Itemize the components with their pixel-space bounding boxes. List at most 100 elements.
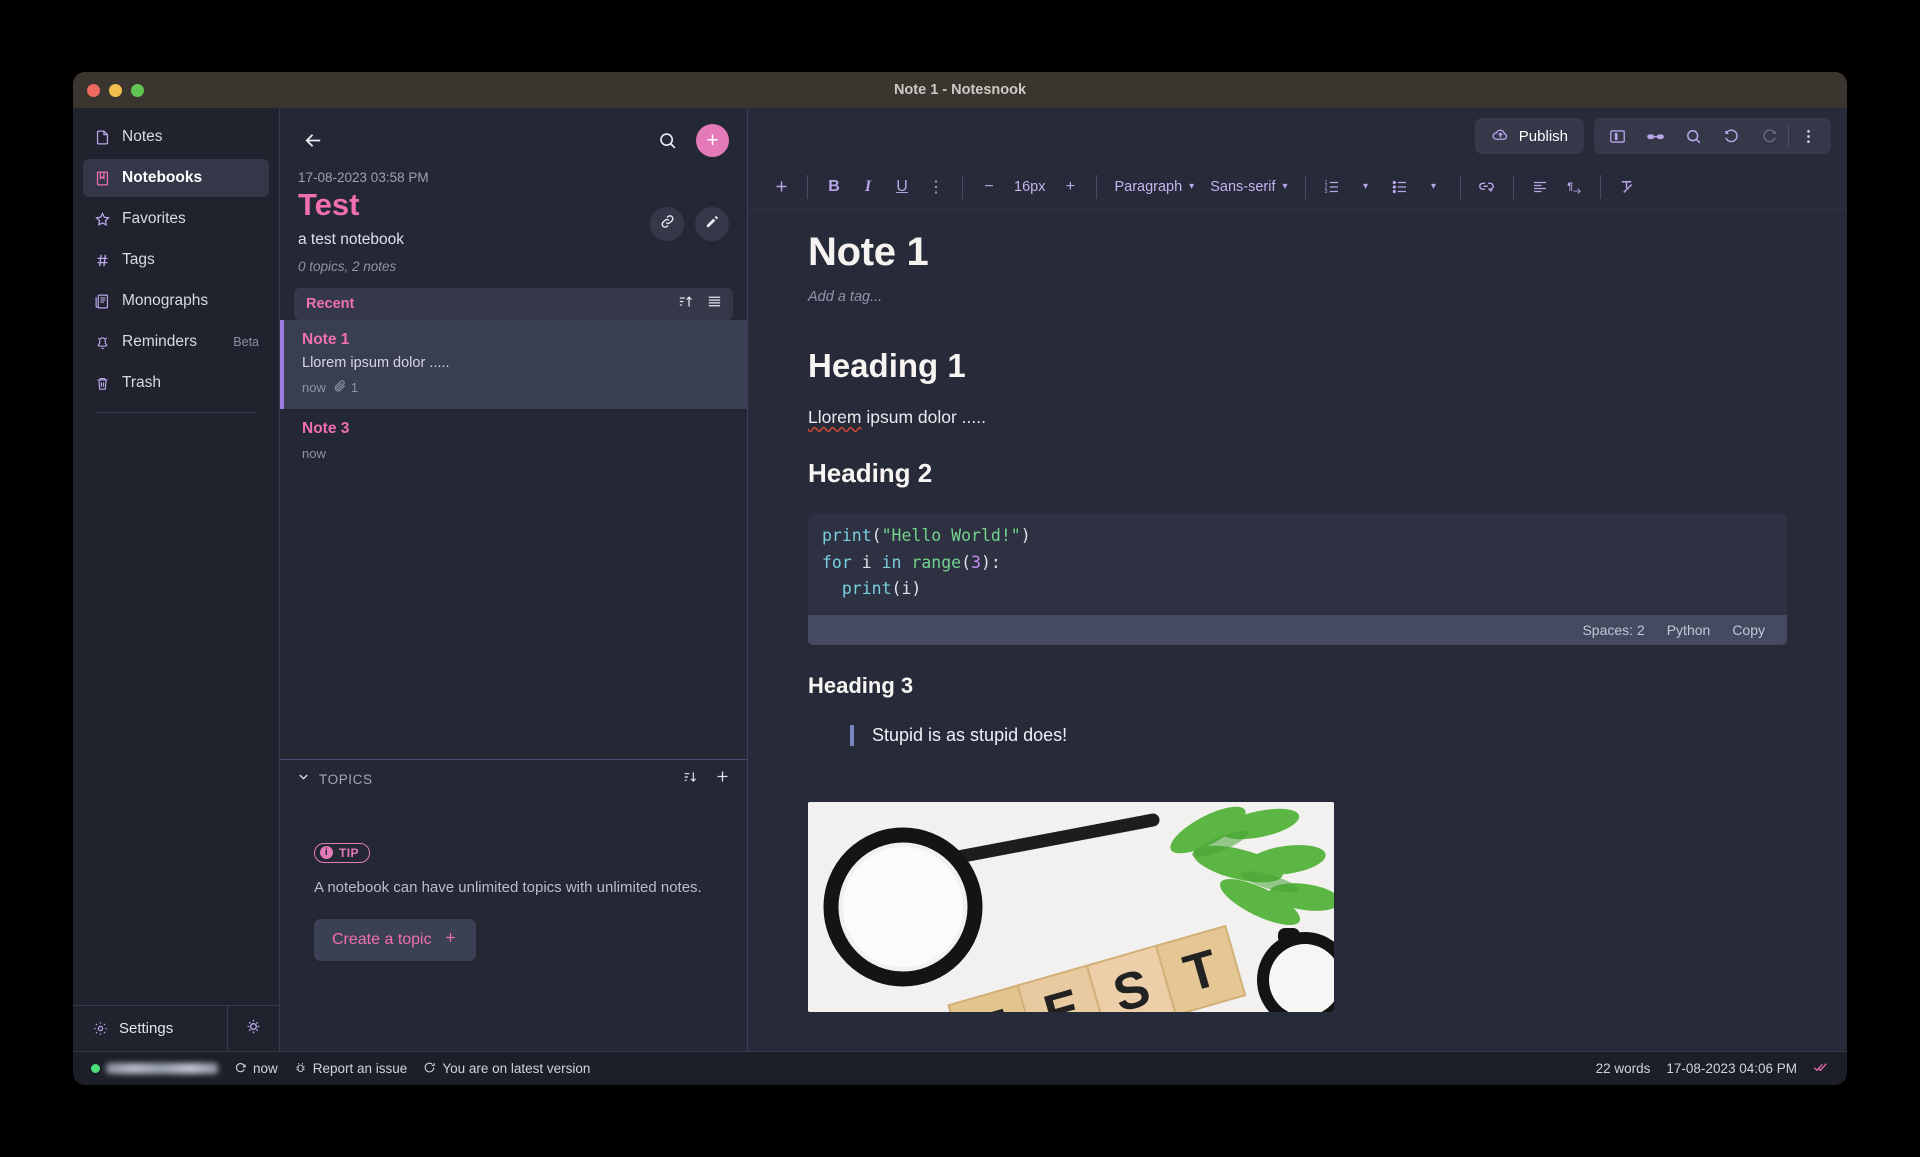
- bullet-list-icon[interactable]: [1383, 170, 1417, 204]
- insert-link-icon[interactable]: [1470, 170, 1504, 204]
- sidebar-item-favorites[interactable]: Favorites: [83, 200, 269, 238]
- brightness-icon: [244, 1017, 263, 1041]
- create-topic-label: Create a topic: [332, 931, 432, 948]
- text-direction-icon[interactable]: ¶: [1557, 170, 1591, 204]
- sidebar-item-label: Notes: [122, 128, 163, 145]
- code-line: print(i): [822, 576, 1773, 603]
- notebook-meta: 0 topics, 2 notes: [298, 258, 397, 274]
- glasses-focus-icon[interactable]: [1636, 118, 1674, 154]
- sidebar-item-monographs[interactable]: Monographs: [83, 282, 269, 320]
- undo-icon[interactable]: [1712, 118, 1750, 154]
- user-account[interactable]: [91, 1063, 218, 1074]
- sync-status[interactable]: now: [234, 1061, 278, 1077]
- search-icon[interactable]: [652, 125, 682, 155]
- underline-button[interactable]: U: [885, 170, 919, 204]
- align-left-icon[interactable]: [1523, 170, 1557, 204]
- numbered-list-icon[interactable]: 123: [1315, 170, 1349, 204]
- publish-button[interactable]: Publish: [1474, 118, 1584, 154]
- tip-text: A notebook can have unlimited topics wit…: [314, 878, 702, 896]
- code-token: (: [961, 552, 972, 572]
- sidebar-item-notes[interactable]: Notes: [83, 118, 269, 156]
- note-image[interactable]: T E S T: [808, 802, 1334, 1013]
- sidebar-item-notebooks[interactable]: Notebooks: [83, 159, 269, 197]
- redo-icon[interactable]: [1750, 118, 1788, 154]
- sidebar-toggle-icon[interactable]: [1598, 118, 1636, 154]
- settings-button[interactable]: Settings: [73, 1006, 227, 1051]
- font-family-label: Sans-serif: [1210, 178, 1276, 195]
- publish-label: Publish: [1518, 127, 1568, 145]
- minimize-window-button[interactable]: [109, 83, 122, 97]
- sidebar-item-tags[interactable]: Tags: [83, 241, 269, 279]
- code-token: range: [901, 552, 962, 572]
- notebook-icon: [93, 169, 111, 187]
- notebook-description: a test notebook: [298, 230, 404, 248]
- report-issue-button[interactable]: Report an issue: [294, 1061, 407, 1077]
- settings-label: Settings: [119, 1020, 174, 1037]
- chevron-down-icon[interactable]: [296, 769, 311, 789]
- sidebar-item-badge: Beta: [233, 335, 259, 349]
- info-icon: i: [320, 846, 333, 859]
- double-check-icon: [1813, 1059, 1829, 1078]
- plus-icon[interactable]: [714, 768, 731, 790]
- search-icon[interactable]: [1674, 118, 1712, 154]
- sort-icon[interactable]: [682, 769, 698, 790]
- theme-toggle-button[interactable]: [227, 1006, 279, 1051]
- bullet-list-chevron-icon[interactable]: ▾: [1417, 170, 1451, 204]
- toolbar-divider: [962, 174, 963, 199]
- code-token: i: [851, 552, 882, 572]
- font-size-decrease-button[interactable]: −: [972, 170, 1006, 204]
- font-size-increase-button[interactable]: +: [1053, 170, 1087, 204]
- create-topic-button[interactable]: Create a topic: [314, 919, 476, 961]
- edit-notebook-button[interactable]: [695, 207, 729, 241]
- hash-icon: [93, 251, 111, 269]
- block-type-label: Paragraph: [1114, 178, 1183, 195]
- notebook-header-text: Test a test notebook 0 topics, 2 notes: [298, 185, 650, 274]
- sync-label: now: [253, 1061, 278, 1076]
- window-title: Note 1 - Notesnook: [893, 82, 1027, 98]
- shortcut-link-button[interactable]: [650, 207, 684, 241]
- word-count: 22 words: [1595, 1061, 1651, 1076]
- code-copy-button[interactable]: Copy: [1732, 622, 1765, 638]
- add-note-button[interactable]: +: [696, 123, 729, 157]
- bold-button[interactable]: B: [817, 170, 851, 204]
- code-body: print("Hello World!") for i in range(3):…: [808, 513, 1787, 615]
- list-item[interactable]: Note 1 Llorem ipsum dolor ..... now 1: [280, 319, 747, 409]
- list-view-icon[interactable]: [706, 293, 723, 315]
- more-vertical-icon[interactable]: [1789, 118, 1827, 154]
- svg-text:¶: ¶: [1567, 180, 1573, 192]
- list-pane-actions: +: [652, 123, 729, 157]
- font-family-dropdown[interactable]: Sans-serif ▾: [1202, 170, 1295, 204]
- back-button[interactable]: [298, 125, 328, 155]
- code-language-selector[interactable]: Python: [1667, 622, 1711, 638]
- maximize-window-button[interactable]: [131, 83, 144, 97]
- code-spaces-setting[interactable]: Spaces: 2: [1582, 622, 1644, 638]
- font-size-value[interactable]: 16px: [1006, 170, 1053, 204]
- insert-button[interactable]: [764, 170, 798, 204]
- clear-formatting-icon[interactable]: [1610, 170, 1644, 204]
- version-status[interactable]: You are on latest version: [423, 1061, 590, 1077]
- code-block[interactable]: print("Hello World!") for i in range(3):…: [808, 513, 1787, 646]
- block-type-dropdown[interactable]: Paragraph ▾: [1106, 170, 1202, 204]
- notebook-actions: [650, 185, 729, 241]
- more-formats-button[interactable]: ⋮: [919, 170, 953, 204]
- sidebar-item-reminders[interactable]: Reminders Beta: [83, 323, 269, 361]
- sidebar-item-label: Favorites: [122, 210, 186, 227]
- note-title[interactable]: Note 1: [808, 230, 1787, 275]
- pencil-icon: [704, 213, 721, 235]
- masked-username: [106, 1063, 218, 1074]
- list-item[interactable]: Note 3 now: [280, 409, 747, 474]
- topics-header[interactable]: TOPICS: [280, 760, 747, 798]
- sort-ascending-icon[interactable]: [677, 293, 694, 315]
- blockquote: Stupid is as stupid does!: [850, 725, 1787, 747]
- numbered-list-chevron-icon[interactable]: ▾: [1349, 170, 1383, 204]
- tag-input[interactable]: Add a tag...: [808, 289, 1787, 305]
- content-heading-2: Heading 2: [808, 458, 933, 488]
- link-icon: [659, 213, 676, 235]
- content-paragraph-1: Llorem ipsum dolor .....: [808, 407, 1787, 428]
- notebook-title: Test: [298, 187, 360, 222]
- gear-icon: [91, 1020, 109, 1038]
- code-token: (i): [891, 579, 922, 599]
- italic-button[interactable]: I: [851, 170, 885, 204]
- close-window-button[interactable]: [87, 83, 100, 97]
- sidebar-item-trash[interactable]: Trash: [83, 364, 269, 402]
